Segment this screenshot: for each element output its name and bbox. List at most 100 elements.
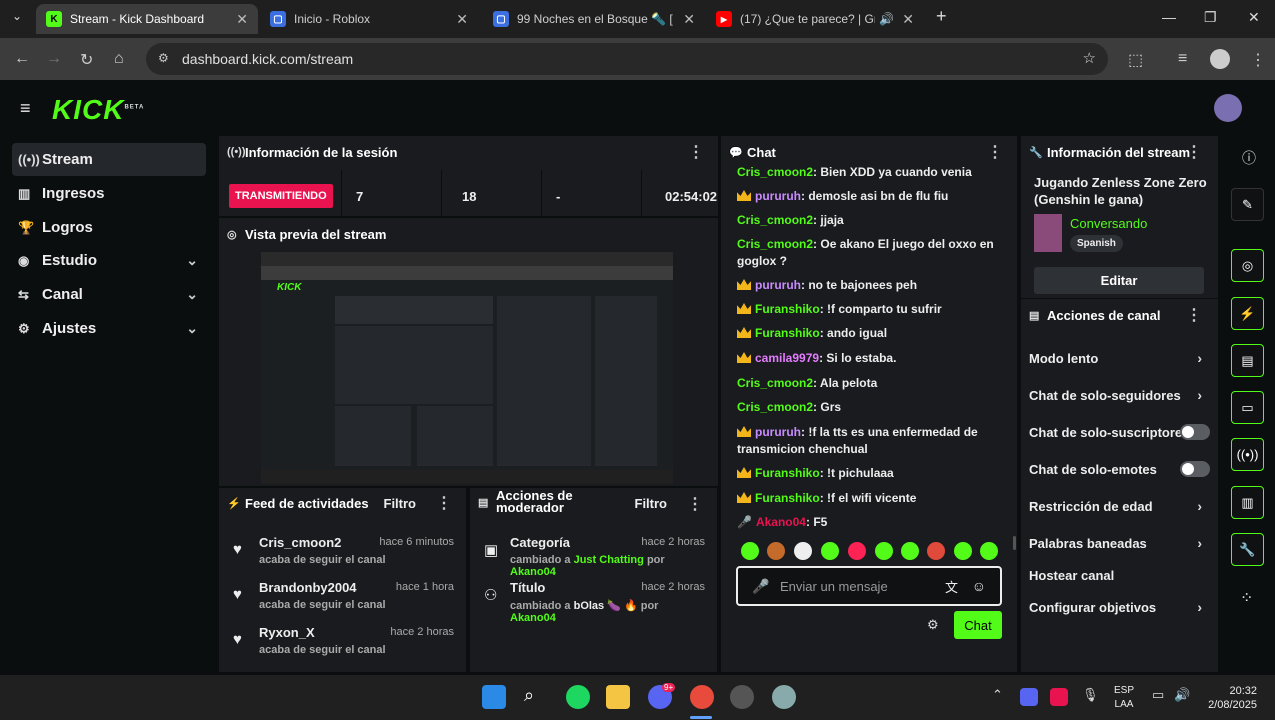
edit-stream-button[interactable]: Editar	[1034, 267, 1204, 294]
spotify-icon[interactable]	[566, 685, 590, 709]
emote[interactable]	[901, 542, 919, 560]
action-set-goals[interactable]: Configurar objetivos ›	[1029, 597, 1202, 617]
close-icon[interactable]: ✕	[456, 11, 468, 28]
settings-icon[interactable]	[772, 685, 796, 709]
chrome-icon[interactable]	[690, 685, 714, 709]
app-tray-icon[interactable]	[1050, 688, 1068, 706]
media-control-icon[interactable]: ≡	[1178, 50, 1187, 68]
emote[interactable]	[927, 542, 945, 560]
chat-username[interactable]: Cris_cmoon2	[737, 400, 813, 414]
emote[interactable]	[875, 542, 893, 560]
hamburger-menu-icon[interactable]: ≡	[20, 98, 31, 119]
action-age-restriction[interactable]: Restricción de edad ›	[1029, 496, 1202, 516]
chat-settings-icon[interactable]: ⚙	[927, 617, 939, 633]
channel-actions-icon[interactable]: ▥	[1231, 486, 1264, 519]
more-options-icon[interactable]: ⋮	[436, 493, 452, 513]
emote[interactable]	[848, 542, 866, 560]
sidebar-item-ingresos[interactable]: ▥ Ingresos	[12, 177, 206, 210]
window-close-button[interactable]: ✕	[1248, 9, 1260, 26]
document-icon[interactable]: ▤	[1231, 344, 1264, 377]
pencil-icon[interactable]: ✎	[1231, 188, 1264, 221]
broadcast-icon[interactable]: ((•))	[1231, 438, 1264, 471]
sidebar-item-canal[interactable]: ⇆ Canal ⌄	[12, 278, 206, 311]
subscribers-only-toggle[interactable]	[1180, 424, 1210, 440]
emote[interactable]	[821, 542, 839, 560]
chat-username[interactable]: pururuh	[755, 189, 801, 203]
more-options-icon[interactable]: ⋮	[1186, 142, 1202, 162]
clock[interactable]: 20:32 2/08/2025	[1205, 684, 1257, 712]
chat-username[interactable]: Furanshiko	[755, 326, 820, 340]
volume-icon[interactable]: 🔊	[1174, 687, 1190, 703]
action-host-channel[interactable]: Hostear canal	[1029, 565, 1202, 585]
kick-logo[interactable]: KICKBETA	[52, 94, 144, 126]
action-followers-only[interactable]: Chat de solo-seguidores ›	[1029, 385, 1202, 405]
browser-menu-icon[interactable]: ⋮	[1250, 50, 1266, 70]
extensions-icon[interactable]: ⬚	[1128, 50, 1143, 70]
sidebar-item-stream[interactable]: ((•)) Stream	[12, 143, 206, 176]
close-icon[interactable]: ✕	[236, 11, 248, 28]
new-tab-button[interactable]: +	[936, 6, 947, 27]
profile-avatar[interactable]	[1210, 49, 1230, 69]
microphone-icon[interactable]: 🎤	[752, 578, 769, 595]
chat-bubble-icon[interactable]: ▭	[1231, 391, 1264, 424]
add-widget-icon[interactable]: ⁘	[1240, 588, 1253, 608]
emote[interactable]	[767, 542, 785, 560]
home-icon[interactable]: ⌂	[114, 50, 124, 68]
bookmark-star-icon[interactable]: ☆	[1083, 49, 1096, 67]
feed-user[interactable]: Brandonby2004	[259, 580, 357, 595]
address-bar[interactable]: ⚙ dashboard.kick.com/stream ☆	[146, 43, 1108, 75]
reload-icon[interactable]: ↻	[80, 50, 93, 70]
translate-icon[interactable]: 文	[945, 577, 958, 596]
chat-username[interactable]: pururuh	[755, 278, 801, 292]
emotes-only-toggle[interactable]	[1180, 461, 1210, 477]
chat-username[interactable]: pururuh	[755, 425, 801, 439]
restore-button[interactable]: ❐	[1204, 9, 1217, 26]
sidebar-item-logros[interactable]: 🏆 Logros	[12, 211, 206, 244]
chat-username[interactable]: camila9979	[755, 351, 819, 365]
send-chat-button[interactable]: Chat	[954, 611, 1002, 639]
feed-user[interactable]: Cris_cmoon2	[259, 535, 341, 550]
action-banned-words[interactable]: Palabras baneadas ›	[1029, 533, 1202, 553]
file-explorer-icon[interactable]	[606, 685, 630, 709]
search-icon[interactable]: ⌕	[524, 685, 548, 709]
emoji-icon[interactable]: ☺	[972, 578, 986, 594]
chat-username[interactable]: Furanshiko	[755, 466, 820, 480]
tab-kick-dashboard[interactable]: K Stream - Kick Dashboard ✕	[36, 4, 258, 34]
close-icon[interactable]: ✕	[683, 11, 695, 28]
minimize-button[interactable]: —	[1162, 9, 1176, 25]
more-options-icon[interactable]: ⋮	[688, 142, 704, 162]
emote[interactable]	[741, 542, 759, 560]
chevron-up-icon[interactable]: ⌃	[992, 687, 1003, 703]
emote[interactable]	[954, 542, 972, 560]
stream-preview-video[interactable]: KICK	[261, 252, 673, 484]
tab-search-icon[interactable]: ⌄	[12, 9, 22, 23]
more-options-icon[interactable]: ⋮	[687, 494, 703, 514]
chat-username[interactable]: Cris_cmoon2	[737, 376, 813, 390]
filter-button[interactable]: Filtro	[635, 496, 668, 511]
tab-youtube[interactable]: ▶ (17) ¿Que te parece? | Grup 🔊 ✕	[706, 4, 924, 34]
chat-input[interactable]: 🎤 Enviar un mensaje 文 ☺	[736, 566, 1002, 606]
forward-icon[interactable]: →	[46, 50, 62, 68]
chat-username[interactable]: Akano04	[756, 515, 806, 529]
network-icon[interactable]: ▭	[1152, 687, 1164, 703]
chat-username[interactable]: Cris_cmoon2	[737, 213, 813, 227]
windows-start-icon[interactable]	[482, 685, 506, 709]
site-settings-icon[interactable]: ⚙	[158, 51, 169, 65]
category-name[interactable]: Conversando	[1070, 216, 1147, 231]
discord-tray-icon[interactable]	[1020, 688, 1038, 706]
action-slow-mode[interactable]: Modo lento ›	[1029, 348, 1202, 368]
emote[interactable]	[794, 542, 812, 560]
chat-username[interactable]: Cris_cmoon2	[737, 165, 813, 179]
wrench-icon[interactable]: 🔧	[1231, 533, 1264, 566]
language-indicator[interactable]: ESP LAA	[1114, 684, 1134, 712]
camera-icon[interactable]: ◎	[1231, 249, 1264, 282]
user-avatar[interactable]	[1214, 94, 1242, 122]
chat-scrollbar[interactable]	[1013, 536, 1016, 550]
speaker-icon[interactable]: 🔊	[879, 12, 894, 26]
obs-icon[interactable]	[730, 685, 754, 709]
lightning-icon[interactable]: ⚡	[1231, 297, 1264, 330]
close-icon[interactable]: ✕	[902, 11, 914, 28]
microphone-tray-icon[interactable]: 🎙	[1082, 687, 1099, 703]
chat-username[interactable]: Furanshiko	[755, 302, 820, 316]
filter-button[interactable]: Filtro	[384, 496, 417, 511]
